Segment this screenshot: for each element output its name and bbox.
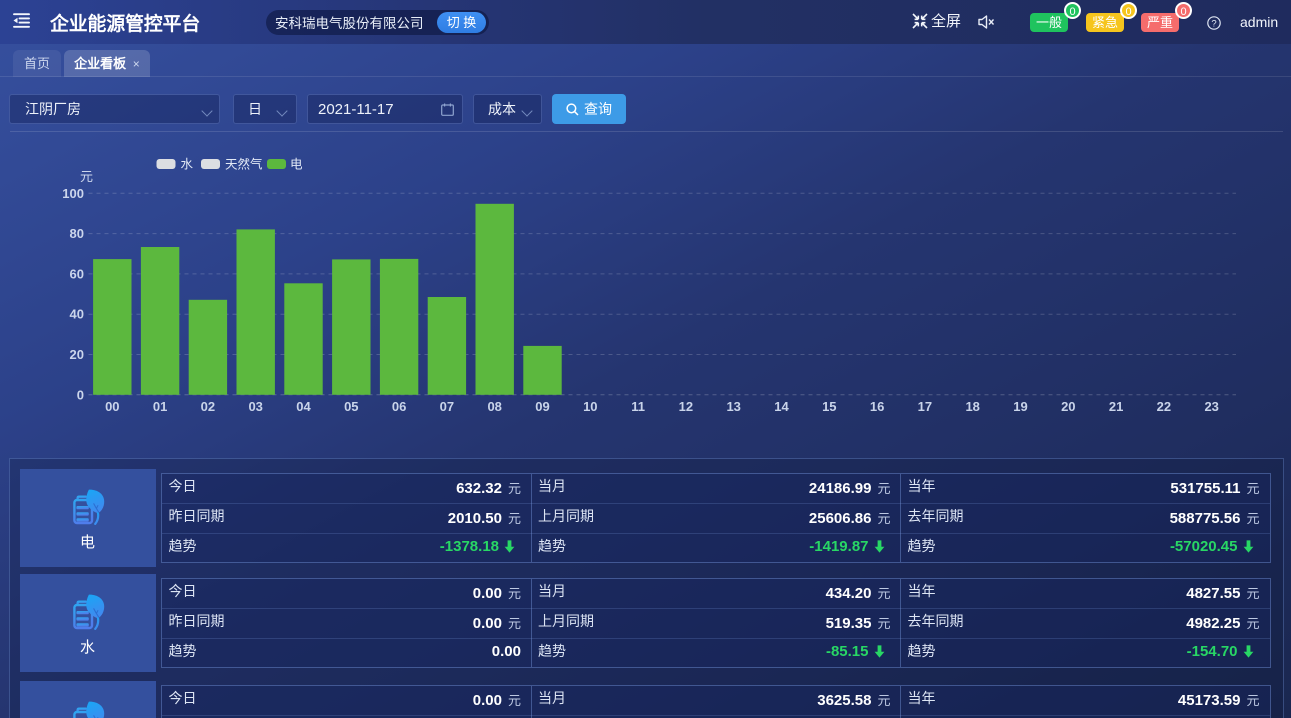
svg-text:?: ? [1211,18,1216,29]
svg-text:21: 21 [1109,399,1123,414]
svg-text:0: 0 [77,387,84,402]
svg-text:15: 15 [822,399,836,414]
svg-text:12: 12 [679,399,693,414]
svg-text:元: 元 [80,169,93,184]
svg-text:80: 80 [70,226,84,241]
svg-text:18: 18 [965,399,979,414]
svg-text:100: 100 [62,186,84,201]
svg-text:09: 09 [535,399,549,414]
svg-text:60: 60 [70,266,84,281]
svg-text:22: 22 [1157,399,1171,414]
svg-text:08: 08 [487,399,501,414]
svg-text:天然气: 天然气 [225,157,263,172]
svg-text:水: 水 [181,158,194,172]
svg-text:17: 17 [918,399,932,414]
svg-text:00: 00 [105,399,119,414]
svg-text:40: 40 [70,307,84,322]
svg-text:20: 20 [1061,399,1075,414]
svg-text:19: 19 [1013,399,1027,414]
svg-text:23: 23 [1204,399,1218,414]
svg-text:电: 电 [290,158,303,172]
svg-text:04: 04 [296,399,311,414]
svg-text:07: 07 [440,399,454,414]
svg-text:01: 01 [153,399,167,414]
svg-text:13: 13 [726,399,740,414]
svg-text:05: 05 [344,399,358,414]
svg-text:14: 14 [774,399,789,414]
svg-text:20: 20 [70,347,84,362]
svg-text:16: 16 [870,399,884,414]
svg-text:11: 11 [631,399,645,414]
svg-text:10: 10 [583,399,597,414]
svg-text:06: 06 [392,399,406,414]
svg-text:02: 02 [201,399,215,414]
svg-text:03: 03 [248,399,262,414]
